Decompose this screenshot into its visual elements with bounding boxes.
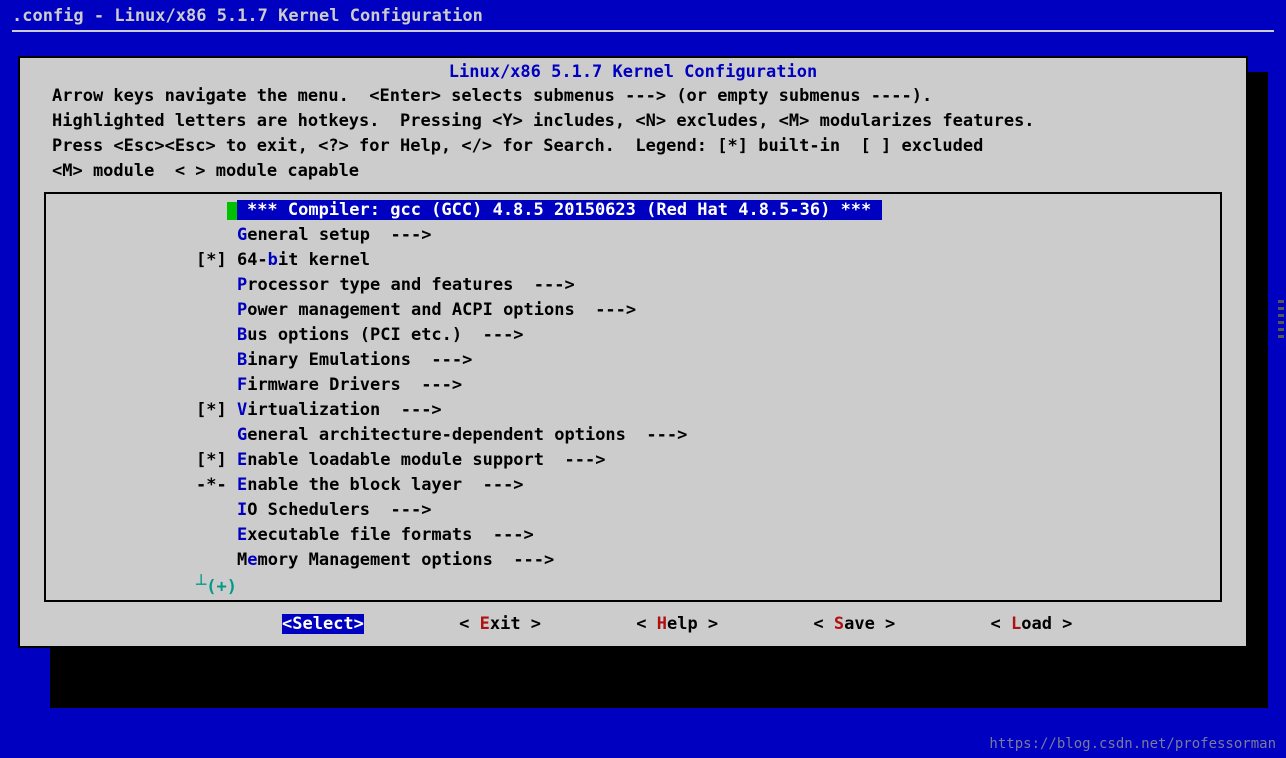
menu-item-1[interactable]: General setup ---> [46,223,1220,248]
dialog-title: Linux/x86 5.1.7 Kernel Configuration [22,60,1244,82]
menu-item-7[interactable]: Firmware Drivers ---> [46,373,1220,398]
scrollbar-marks [1278,300,1284,338]
menu-item-0[interactable]: *** Compiler: gcc (GCC) 4.8.5 20150623 (… [46,198,1220,223]
help-text: Arrow keys navigate the menu. <Enter> se… [22,82,1244,188]
menu-item-9[interactable]: General architecture-dependent options -… [46,423,1220,448]
menu-item-2[interactable]: [*] 64-bit kernel [46,248,1220,273]
menu-item-6[interactable]: Binary Emulations ---> [46,348,1220,373]
screen-root: .config - Linux/x86 5.1.7 Kernel Configu… [0,0,1286,758]
watermark: https://blog.csdn.net/professorman [989,736,1276,752]
menu-item-5[interactable]: Bus options (PCI etc.) ---> [46,323,1220,348]
menu-item-12[interactable]: IO Schedulers ---> [46,498,1220,523]
title-underline [12,30,1274,32]
config-dialog: Linux/x86 5.1.7 Kernel Configuration Arr… [18,56,1248,648]
load-button[interactable]: < Load > [990,614,1072,634]
select-button[interactable]: <Select> [282,614,364,634]
menu-item-4[interactable]: Power management and ACPI options ---> [46,298,1220,323]
exit-button[interactable]: < Exit > [459,614,541,634]
menu-item-11[interactable]: -*- Enable the block layer ---> [46,473,1220,498]
save-button[interactable]: < Save > [813,614,895,634]
menu-item-8[interactable]: [*] Virtualization ---> [46,398,1220,423]
menu-item-13[interactable]: Executable file formats ---> [46,523,1220,548]
window-title: .config - Linux/x86 5.1.7 Kernel Configu… [0,0,1286,28]
menu-item-14[interactable]: Memory Management options ---> [46,548,1220,573]
more-indicator: ┴(+) [46,573,1220,600]
button-bar: <Select> < Exit > < Help > < Save > < Lo… [22,608,1244,644]
help-button[interactable]: < Help > [636,614,718,634]
menu-item-3[interactable]: Processor type and features ---> [46,273,1220,298]
menu-area: *** Compiler: gcc (GCC) 4.8.5 20150623 (… [44,192,1222,602]
menu-item-10[interactable]: [*] Enable loadable module support ---> [46,448,1220,473]
